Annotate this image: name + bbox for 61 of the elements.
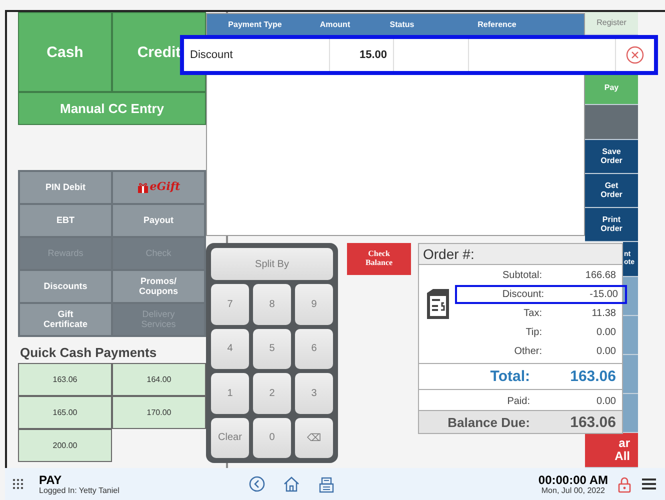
sidebar-button[interactable]: Print Order xyxy=(585,208,638,242)
apps-grid-icon[interactable] xyxy=(13,479,23,489)
summary-value: 166.68 xyxy=(584,270,616,281)
quick-cash-button[interactable]: 164.00 xyxy=(112,363,206,396)
summary-value: 0.00 xyxy=(596,346,616,357)
quick-cash-button[interactable]: 165.00 xyxy=(18,396,112,429)
tender-button[interactable]: EBT xyxy=(19,204,112,237)
quick-cash-button[interactable]: 163.06 xyxy=(18,363,112,396)
remove-icon[interactable] xyxy=(626,46,644,64)
summary-label: Discount: xyxy=(501,289,545,300)
summary-label: Other: xyxy=(513,346,543,357)
quick-cash-button[interactable]: 170.00 xyxy=(112,396,206,429)
paid-label: Paid: xyxy=(506,396,531,407)
menu-icon[interactable] xyxy=(641,478,657,490)
column-header: Payment Type xyxy=(227,19,283,31)
tender-button[interactable]: PIN Debit xyxy=(19,171,112,204)
summary-value: 11.38 xyxy=(590,308,616,319)
summary-value: 0.00 xyxy=(596,327,616,338)
tender-button[interactable]: Payout xyxy=(112,204,205,237)
logged-in-user: Logged In: Yetty Taniel xyxy=(39,486,120,494)
sidebar-button[interactable]: Save Order xyxy=(585,140,638,174)
check-balance-button[interactable]: Check Balance xyxy=(347,243,411,275)
receipt-icon xyxy=(425,288,451,320)
sidebar-button[interactable] xyxy=(585,105,638,140)
home-icon[interactable] xyxy=(283,476,300,492)
sidebar-button[interactable]: Pay xyxy=(585,72,638,105)
balance-due-value: 163.06 xyxy=(569,414,616,431)
section-title: Quick Cash Payments xyxy=(20,345,158,360)
tender-button[interactable]: eGift xyxy=(112,171,205,204)
sidebar-button[interactable]: Get Order xyxy=(585,174,638,208)
summary-label: Subtotal: xyxy=(502,270,543,281)
summary-label: Tip: xyxy=(524,327,543,338)
back-icon[interactable] xyxy=(249,476,266,492)
paid-value: 0.00 xyxy=(596,396,616,407)
sidebar-button[interactable]: ar All xyxy=(585,433,638,468)
table-cell: Discount xyxy=(184,39,330,71)
quick-cash-button[interactable]: 200.00 xyxy=(18,429,112,462)
total-value: 163.06 xyxy=(569,368,616,385)
payment-button[interactable]: Cash xyxy=(18,12,112,92)
table-cell: 15.00 xyxy=(330,39,394,71)
summary-value: -15.00 xyxy=(588,289,618,300)
tender-button[interactable]: Promos/ Coupons xyxy=(112,270,205,303)
balance-due-label: Balance Due: xyxy=(446,414,531,430)
clock-time: 00:00:00 AM xyxy=(538,474,608,486)
total-label: Total: xyxy=(489,368,531,385)
sidebar-button[interactable] xyxy=(623,277,638,316)
tender-button[interactable]: Gift Certificate xyxy=(19,303,112,336)
screen-title: PAY xyxy=(39,474,63,486)
gift-icon xyxy=(136,182,149,193)
order-title: Order #: xyxy=(423,246,474,262)
sidebar-button[interactable]: Register xyxy=(585,12,638,35)
payment-row-popup[interactable]: Discount 15.00 xyxy=(180,35,658,75)
column-header: Status xyxy=(388,19,416,31)
column-header: Reference xyxy=(476,19,518,31)
payment-button[interactable]: Manual CC Entry xyxy=(18,92,206,125)
tender-button[interactable]: Discounts xyxy=(19,270,112,303)
column-header: Amount xyxy=(318,19,352,31)
register-icon[interactable] xyxy=(318,476,336,492)
summary-label: Tax: xyxy=(522,308,543,319)
clock-date: Mon, Jul 00, 2022 xyxy=(541,486,605,494)
lock-icon[interactable] xyxy=(618,476,631,492)
